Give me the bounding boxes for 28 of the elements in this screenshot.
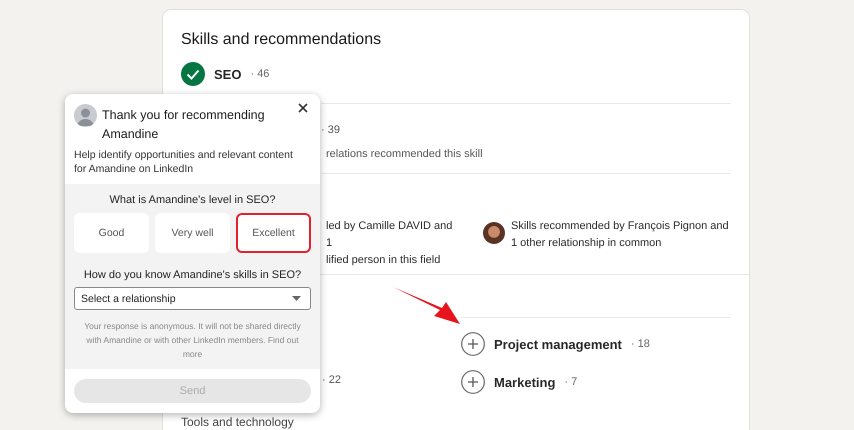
endorsement-count: · 46: [250, 68, 270, 80]
popup-description: Help identify opportunities and relevant content for Amandine on LinkedIn: [73, 148, 294, 177]
plus-icon[interactable]: [461, 370, 485, 394]
recommendation-text: Skills recommended by François Pignon and 1 other relationship in common: [511, 219, 730, 251]
skill-name[interactable]: Marketing: [494, 374, 556, 390]
endorsement-note: relations recommended this skill: [326, 147, 484, 161]
plus-icon[interactable]: [461, 332, 485, 356]
popup-title: Thank you for recommending Amandine: [102, 107, 266, 143]
relationship-select[interactable]: Select a relationship: [74, 287, 311, 310]
level-option[interactable]: Very well: [155, 213, 230, 253]
section-heading: Tools and technology: [181, 415, 295, 429]
endorsement-count: · 18: [630, 338, 650, 350]
endorsement-count: · 39: [321, 123, 341, 137]
recommendation-text: lified person in this field: [326, 253, 442, 268]
skill-name[interactable]: Project management: [494, 336, 622, 352]
card-title: Skills and recommendations: [181, 30, 382, 50]
endorsement-count: · 7: [564, 376, 578, 388]
avatar: [483, 222, 505, 244]
check-icon[interactable]: [181, 62, 205, 86]
endorsement-count: · 22: [322, 373, 341, 387]
relationship-question: How do you know Amandine's skills in SEO?: [84, 269, 302, 281]
caret-icon: [292, 296, 301, 301]
privacy-notice: Your response is anonymous. It will not be shared directly with Amandine or with other LinkedIn members. Find out more: [83, 320, 302, 361]
level-option[interactable]: Good: [74, 213, 149, 253]
level-option[interactable]: Excellent: [236, 213, 311, 253]
avatar-icon: [74, 104, 97, 127]
skill-name[interactable]: SEO: [214, 66, 242, 82]
level-question: What is Amandine's level in SEO?: [110, 194, 276, 206]
